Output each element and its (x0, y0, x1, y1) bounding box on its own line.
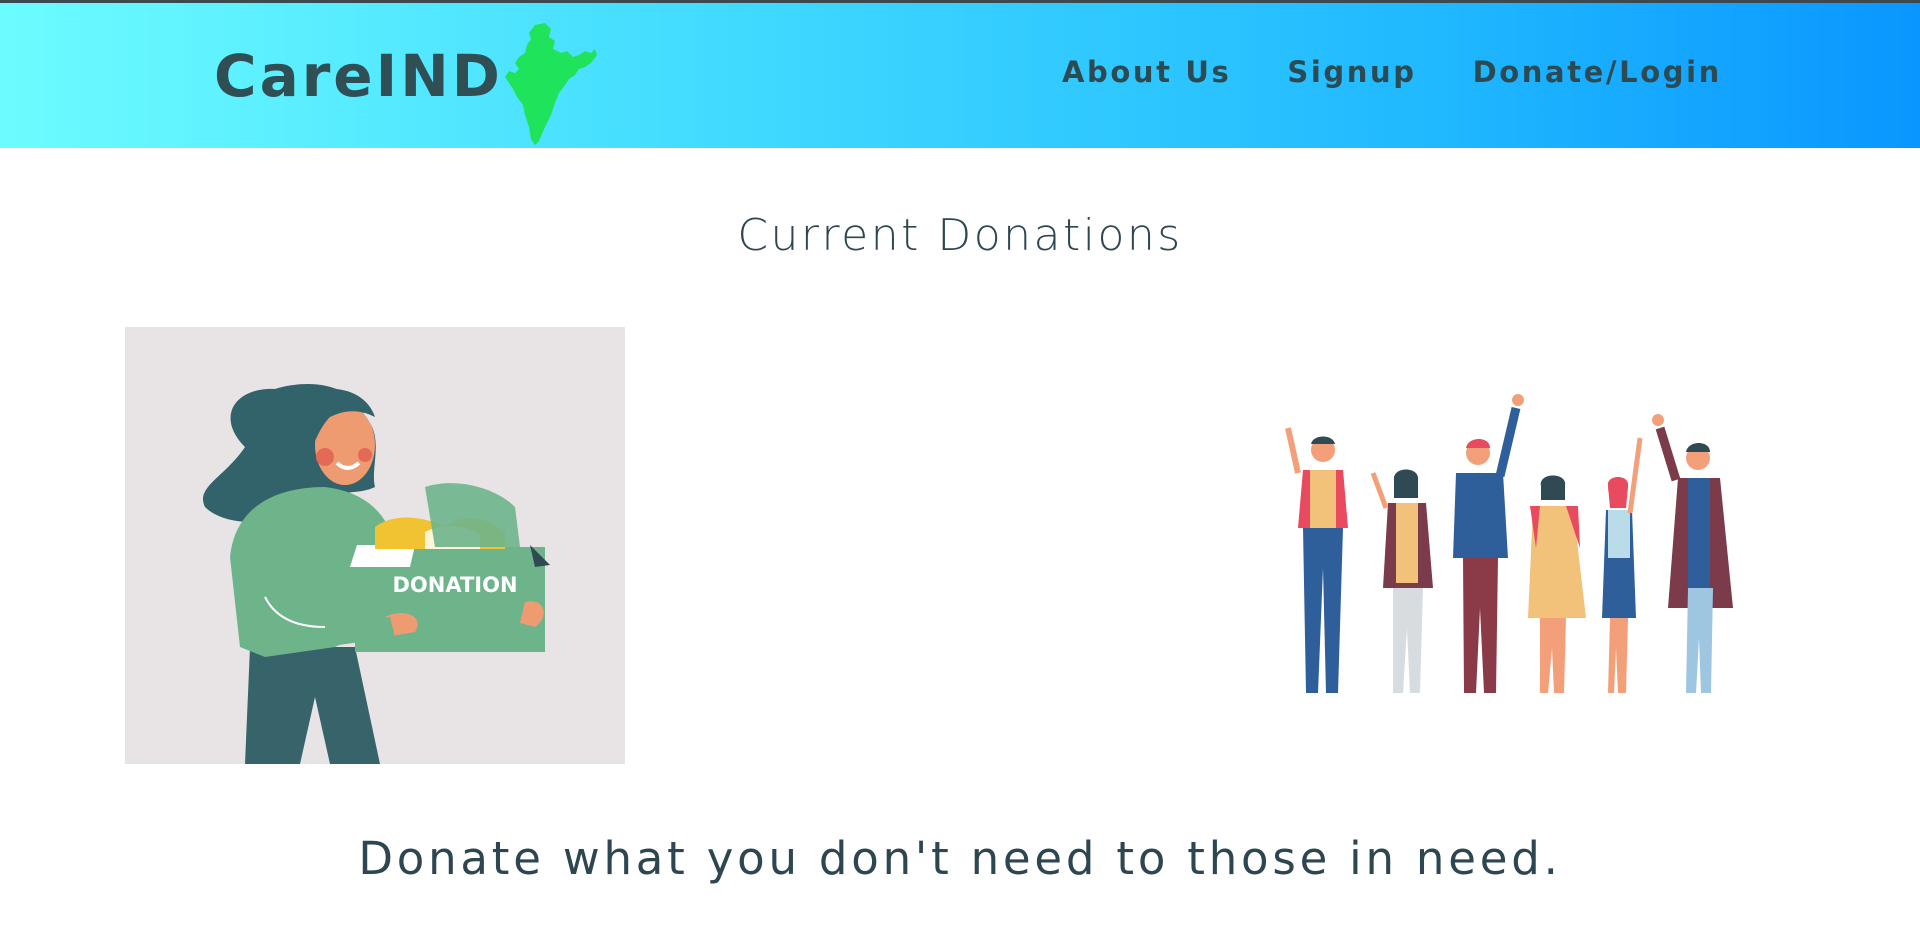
box-label: DONATION (392, 573, 517, 597)
main-nav: About Us Signup Donate/Login (1062, 58, 1778, 87)
india-map-icon (504, 23, 597, 145)
donation-illustration: DONATION (125, 327, 625, 764)
navbar: CareIND About Us Signup Donate/Login (0, 3, 1920, 148)
brand-logo-link[interactable]: CareIND (214, 23, 597, 145)
waving-people-illustration (1285, 394, 1733, 693)
tagline: Donate what you don't need to those in n… (358, 832, 1562, 885)
nav-about-us[interactable]: About Us (1062, 58, 1231, 87)
brand-name: CareIND (214, 42, 503, 110)
page-title: Current Donations (737, 210, 1183, 261)
nav-donate-login[interactable]: Donate/Login (1473, 58, 1722, 87)
nav-signup[interactable]: Signup (1287, 58, 1416, 87)
